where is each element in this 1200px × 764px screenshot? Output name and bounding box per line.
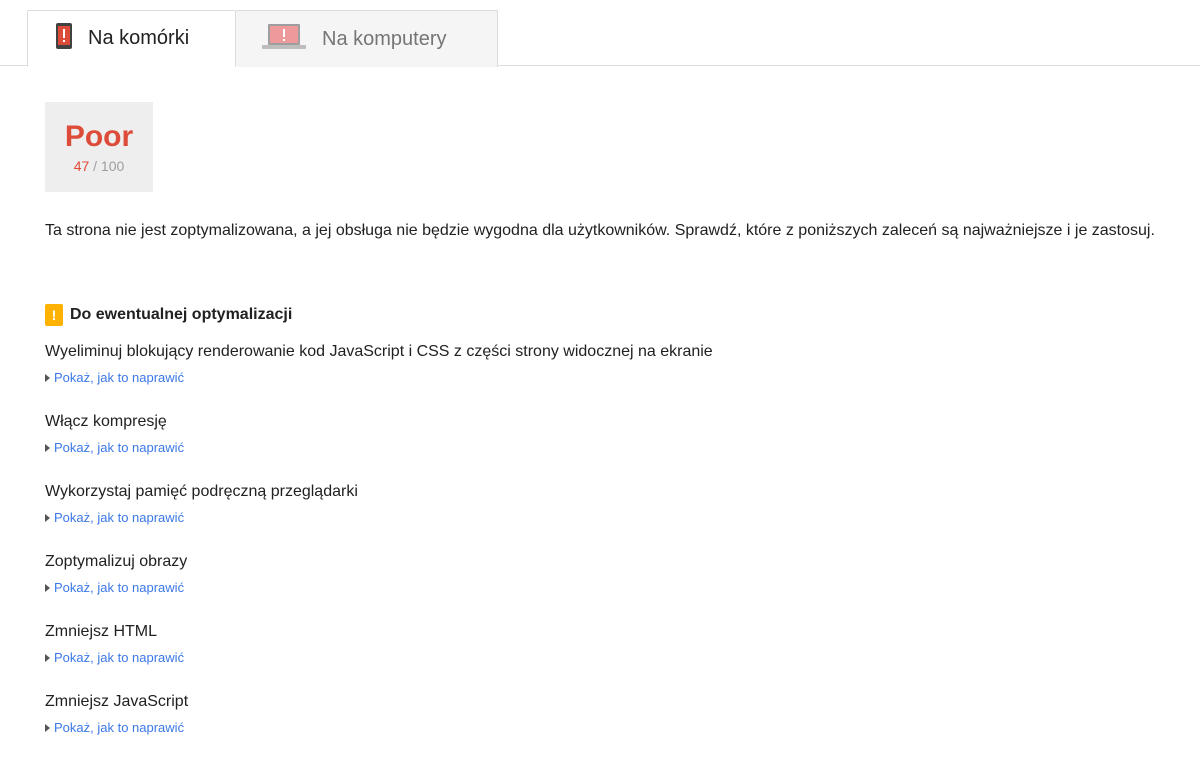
tab-mobile-label: Na komórki xyxy=(88,27,190,49)
list-item: Wykorzystaj pamięć podręczną przeglądark… xyxy=(45,480,1145,550)
show-fix-link[interactable]: Pokaż, jak to naprawić xyxy=(45,650,184,666)
show-fix-link[interactable]: Pokaż, jak to naprawić xyxy=(45,580,184,596)
expand-triangle-icon xyxy=(45,584,50,592)
show-fix-link-label: Pokaż, jak to naprawić xyxy=(54,580,185,595)
expand-triangle-icon xyxy=(45,374,50,382)
expand-triangle-icon xyxy=(45,724,50,732)
warning-icon: ! xyxy=(45,304,63,326)
recommendation-title: Zmniejsz HTML xyxy=(45,623,158,640)
mobile-phone-warning-icon xyxy=(56,23,72,54)
score-numbers: 47 / 100 xyxy=(45,158,153,174)
show-fix-link-label: Pokaż, jak to naprawić xyxy=(54,650,185,665)
score-card: Poor 47 / 100 xyxy=(45,102,153,192)
tab-desktop-label: Na komputery xyxy=(322,27,447,50)
score-max: / 100 xyxy=(89,158,125,174)
laptop-warning-icon xyxy=(262,23,306,55)
show-fix-link[interactable]: Pokaż, jak to naprawić xyxy=(45,510,184,526)
recommendation-list: Wyeliminuj blokujący renderowanie kod Ja… xyxy=(45,340,1145,760)
section-title: Do ewentualnej optymalizacji xyxy=(70,306,293,323)
score-rating-label: Poor xyxy=(64,120,134,153)
device-tabbar: Na komórki Na komputery xyxy=(0,0,1200,67)
list-item: Wyeliminuj blokujący renderowanie kod Ja… xyxy=(45,340,1145,410)
list-item: Zmniejsz JavaScript Pokaż, jak to napraw… xyxy=(45,690,1145,760)
list-item: Włącz kompresję Pokaż, jak to naprawić xyxy=(45,410,1145,480)
recommendation-title: Włącz kompresję xyxy=(45,413,167,430)
summary-text: Ta strona nie jest zoptymalizowana, a je… xyxy=(45,222,1155,239)
recommendation-title: Zoptymalizuj obrazy xyxy=(45,553,188,570)
expand-triangle-icon xyxy=(45,444,50,452)
tab-mobile[interactable]: Na komórki xyxy=(27,10,236,67)
section-header: ! Do ewentualnej optymalizacji xyxy=(45,304,292,326)
recommendation-title: Zmniejsz JavaScript xyxy=(45,693,189,710)
recommendation-title: Wyeliminuj blokujący renderowanie kod Ja… xyxy=(45,343,713,360)
tab-desktop[interactable]: Na komputery xyxy=(236,10,498,67)
score-value: 47 xyxy=(73,158,90,174)
show-fix-link-label: Pokaż, jak to naprawić xyxy=(54,440,185,455)
show-fix-link-label: Pokaż, jak to naprawić xyxy=(54,510,185,525)
show-fix-link[interactable]: Pokaż, jak to naprawić xyxy=(45,720,184,736)
expand-triangle-icon xyxy=(45,654,50,662)
list-item: Zoptymalizuj obrazy Pokaż, jak to napraw… xyxy=(45,550,1145,620)
show-fix-link-label: Pokaż, jak to naprawić xyxy=(54,720,185,735)
show-fix-link[interactable]: Pokaż, jak to naprawić xyxy=(45,440,184,456)
expand-triangle-icon xyxy=(45,514,50,522)
show-fix-link-label: Pokaż, jak to naprawić xyxy=(54,370,185,385)
recommendation-title: Wykorzystaj pamięć podręczną przeglądark… xyxy=(45,483,358,500)
show-fix-link[interactable]: Pokaż, jak to naprawić xyxy=(45,370,184,386)
list-item: Zmniejsz HTML Pokaż, jak to naprawić xyxy=(45,620,1145,690)
